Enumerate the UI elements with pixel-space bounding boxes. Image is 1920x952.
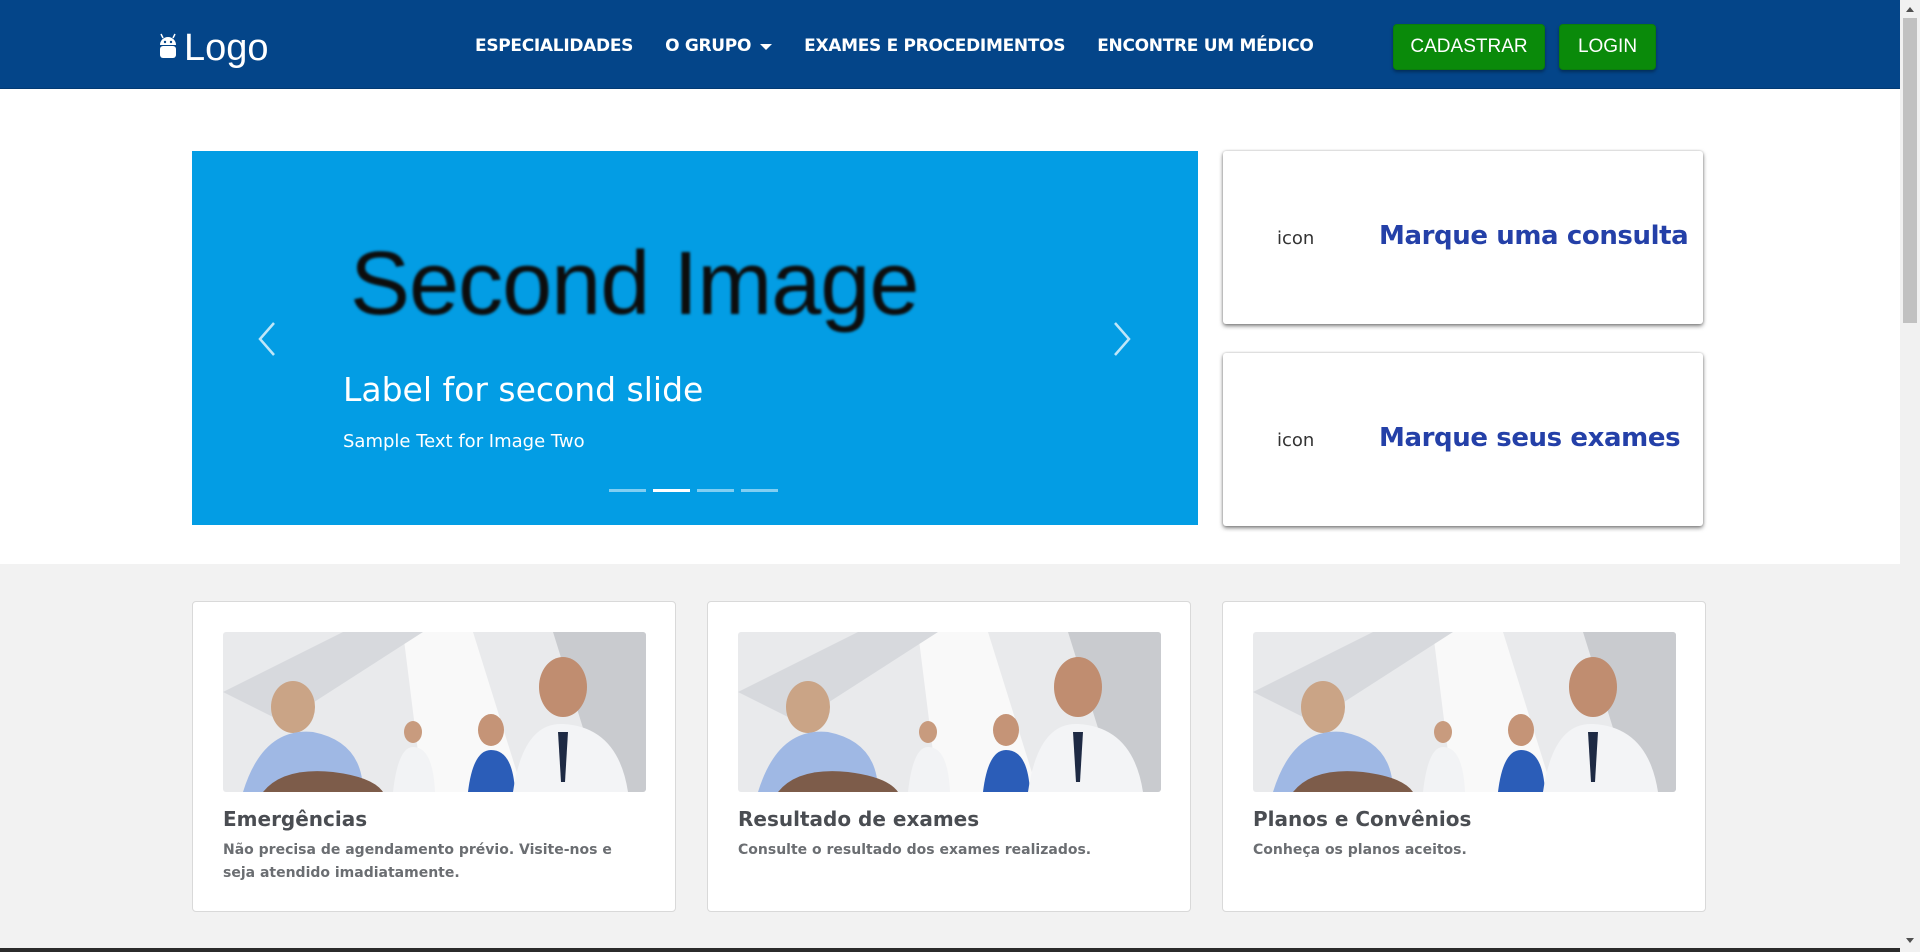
service-title: Emergências <box>223 807 368 831</box>
carousel-indicator-3[interactable] <box>697 489 734 492</box>
service-image <box>1253 632 1676 792</box>
login-button[interactable]: LOGIN <box>1559 24 1656 70</box>
service-description: Consulte o resultado dos exames realizad… <box>738 842 1092 858</box>
slide-caption: Sample Text for Image Two <box>343 431 585 452</box>
exames-icon: icon <box>1277 430 1315 451</box>
service-title: Resultado de exames <box>738 807 980 831</box>
hero-section: Second Image Label for second slide Samp… <box>0 89 1900 564</box>
main-nav: ESPECIALIDADES O GRUPO EXAMES E PROCEDIM… <box>475 36 1346 56</box>
marque-exames-card[interactable]: icon Marque seus exames <box>1223 353 1703 526</box>
service-card-emergencias[interactable]: Emergências Não precisa de agendamento p… <box>192 601 676 912</box>
slide-image: Second Image <box>350 234 919 334</box>
carousel-indicator-4[interactable] <box>741 489 778 492</box>
scroll-up-arrow-icon[interactable] <box>1906 7 1914 12</box>
carousel-indicator-2[interactable] <box>653 489 690 492</box>
service-title: Planos e Convênios <box>1253 807 1472 831</box>
services-section: Emergências Não precisa de agendamento p… <box>0 564 1900 952</box>
slide-label: Label for second slide <box>343 370 704 409</box>
nav-especialidades[interactable]: ESPECIALIDADES <box>475 36 633 56</box>
exames-title: Marque seus exames <box>1379 423 1681 453</box>
service-description: Não precisa de agendamento prévio. Visit… <box>223 842 612 881</box>
nav-encontre-medico[interactable]: ENCONTRE UM MÉDICO <box>1097 36 1314 56</box>
scroll-thumb[interactable] <box>1903 18 1917 323</box>
service-image <box>738 632 1161 792</box>
caret-down-icon <box>760 44 773 50</box>
consulta-icon: icon <box>1277 228 1315 249</box>
cadastrar-button[interactable]: CADASTRAR <box>1393 24 1545 70</box>
marque-consulta-card[interactable]: icon Marque uma consulta <box>1223 151 1703 324</box>
service-image <box>223 632 646 792</box>
chevron-left-icon[interactable] <box>256 319 278 359</box>
carousel-indicator-1[interactable] <box>609 489 646 492</box>
nav-o-grupo-label: O GRUPO <box>665 36 752 56</box>
android-icon <box>160 33 176 58</box>
service-card-planos-convenios[interactable]: Planos e Convênios Conheça os planos ace… <box>1222 601 1706 912</box>
consulta-title: Marque uma consulta <box>1379 221 1689 251</box>
logo-text: Logo <box>184 27 269 69</box>
logo[interactable]: Logo <box>158 26 269 70</box>
scroll-down-arrow-icon[interactable] <box>1906 938 1914 943</box>
page-scrollbar[interactable] <box>1900 0 1920 952</box>
chevron-right-icon[interactable] <box>1111 319 1133 359</box>
nav-exames-procedimentos[interactable]: EXAMES E PROCEDIMENTOS <box>804 36 1065 56</box>
nav-o-grupo[interactable]: O GRUPO <box>665 36 773 56</box>
navbar: Logo ESPECIALIDADES O GRUPO EXAMES E PRO… <box>0 0 1900 89</box>
bottom-edge <box>0 948 1900 952</box>
carousel: Second Image Label for second slide Samp… <box>192 151 1198 525</box>
service-description: Conheça os planos aceitos. <box>1253 842 1467 858</box>
carousel-indicators <box>609 489 785 492</box>
service-card-resultado-exames[interactable]: Resultado de exames Consulte o resultado… <box>707 601 1191 912</box>
